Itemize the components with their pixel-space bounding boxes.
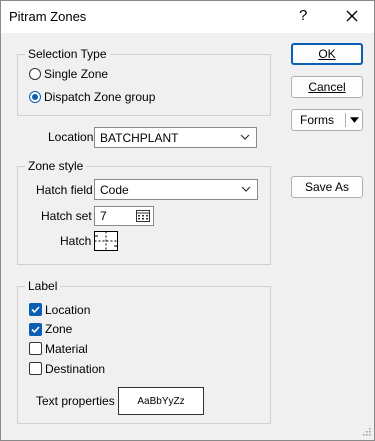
text-properties-button[interactable]: AaBbYyZz — [118, 387, 204, 415]
forms-button-label: Forms — [300, 113, 334, 127]
text-properties-label: Text properties — [36, 394, 115, 408]
dropdown-arrow-icon[interactable] — [350, 117, 359, 123]
location-checkbox-label[interactable]: Location — [45, 303, 90, 317]
hatch-label: Hatch — [60, 234, 92, 248]
close-icon[interactable] — [341, 5, 363, 27]
checkmark-icon — [31, 306, 40, 314]
hatch-field-value: Code — [100, 183, 129, 197]
hatch-set-value: 7 — [100, 209, 107, 223]
save-as-button[interactable]: Save As — [291, 176, 363, 198]
checkmark-icon — [31, 326, 40, 334]
dispatch-zone-group-radio[interactable] — [29, 91, 41, 103]
ok-button[interactable]: OK — [291, 43, 363, 65]
hatch-set-label: Hatch set — [41, 209, 92, 223]
zone-checkbox-label[interactable]: Zone — [45, 322, 72, 336]
destination-checkbox[interactable] — [29, 362, 42, 375]
location-combo[interactable]: BATCHPLANT — [94, 127, 257, 148]
hatch-field-combo[interactable]: Code — [94, 179, 258, 200]
label-group: Label Location Zone Material Destination… — [17, 279, 271, 424]
hatch-field-label: Hatch field — [36, 183, 93, 197]
hatch-pattern-icon[interactable] — [94, 231, 118, 251]
resize-grip-icon[interactable] — [361, 426, 371, 436]
material-checkbox-label[interactable]: Material — [45, 342, 88, 356]
zone-checkbox[interactable] — [29, 323, 42, 336]
chevron-down-icon — [240, 134, 250, 140]
chevron-down-icon — [241, 186, 251, 192]
location-value: BATCHPLANT — [100, 131, 179, 145]
label-legend: Label — [25, 279, 61, 293]
zone-style-legend: Zone style — [25, 159, 87, 173]
cancel-button-label: Cancel — [308, 80, 346, 94]
dialog-title: Pitram Zones — [9, 9, 87, 24]
text-properties-sample: AaBbYyZz — [137, 396, 185, 407]
cancel-button[interactable]: Cancel — [291, 76, 363, 98]
hatch-set-field[interactable]: 7 — [94, 206, 154, 226]
single-zone-radio[interactable] — [29, 68, 41, 80]
hatch-set-picker-icon[interactable] — [136, 210, 150, 222]
title-bar: Pitram Zones ? — [1, 1, 374, 33]
ok-button-label: OK — [318, 47, 336, 61]
single-zone-label[interactable]: Single Zone — [44, 67, 108, 81]
save-as-button-label: Save As — [304, 180, 350, 194]
destination-checkbox-label[interactable]: Destination — [45, 362, 105, 376]
forms-button[interactable]: Forms — [291, 109, 363, 131]
zone-style-group: Zone style Hatch field Code Hatch set 7 … — [17, 159, 271, 265]
pitram-zones-dialog: Pitram Zones ? Selection Type Single Zon… — [0, 0, 375, 441]
forms-divider — [345, 113, 346, 127]
material-checkbox[interactable] — [29, 342, 42, 355]
location-label: Location — [48, 130, 94, 144]
selection-type-group: Selection Type Single Zone Dispatch Zone… — [17, 47, 271, 116]
dispatch-zone-group-label[interactable]: Dispatch Zone group — [44, 90, 155, 104]
selection-type-legend: Selection Type — [25, 47, 110, 61]
help-button[interactable]: ? — [299, 7, 307, 24]
location-checkbox[interactable] — [29, 303, 42, 316]
